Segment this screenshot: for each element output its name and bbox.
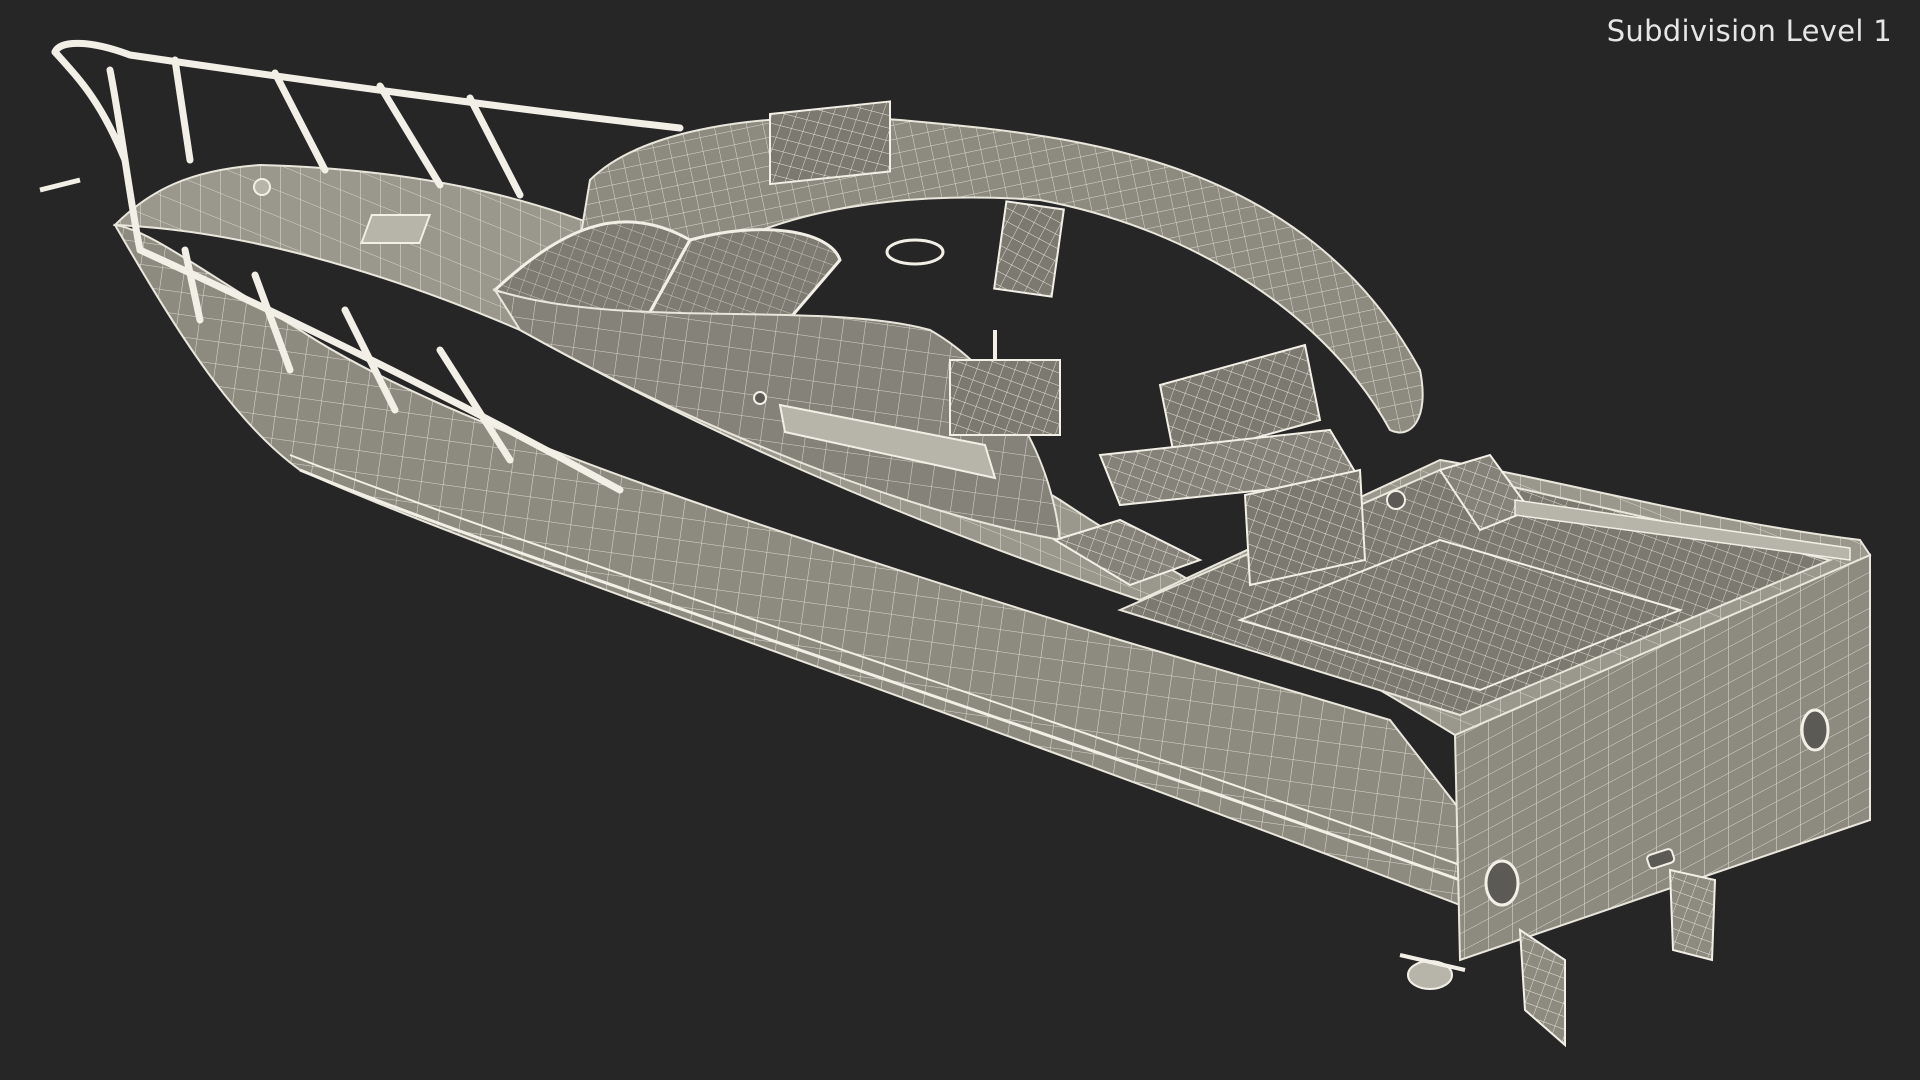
render-viewport: Subdivision Level 1 <box>0 0 1920 1080</box>
steering-wheel-icon <box>885 238 945 266</box>
boat-wireframe-render <box>39 39 1872 1048</box>
cockpit-bench <box>1052 343 1406 587</box>
